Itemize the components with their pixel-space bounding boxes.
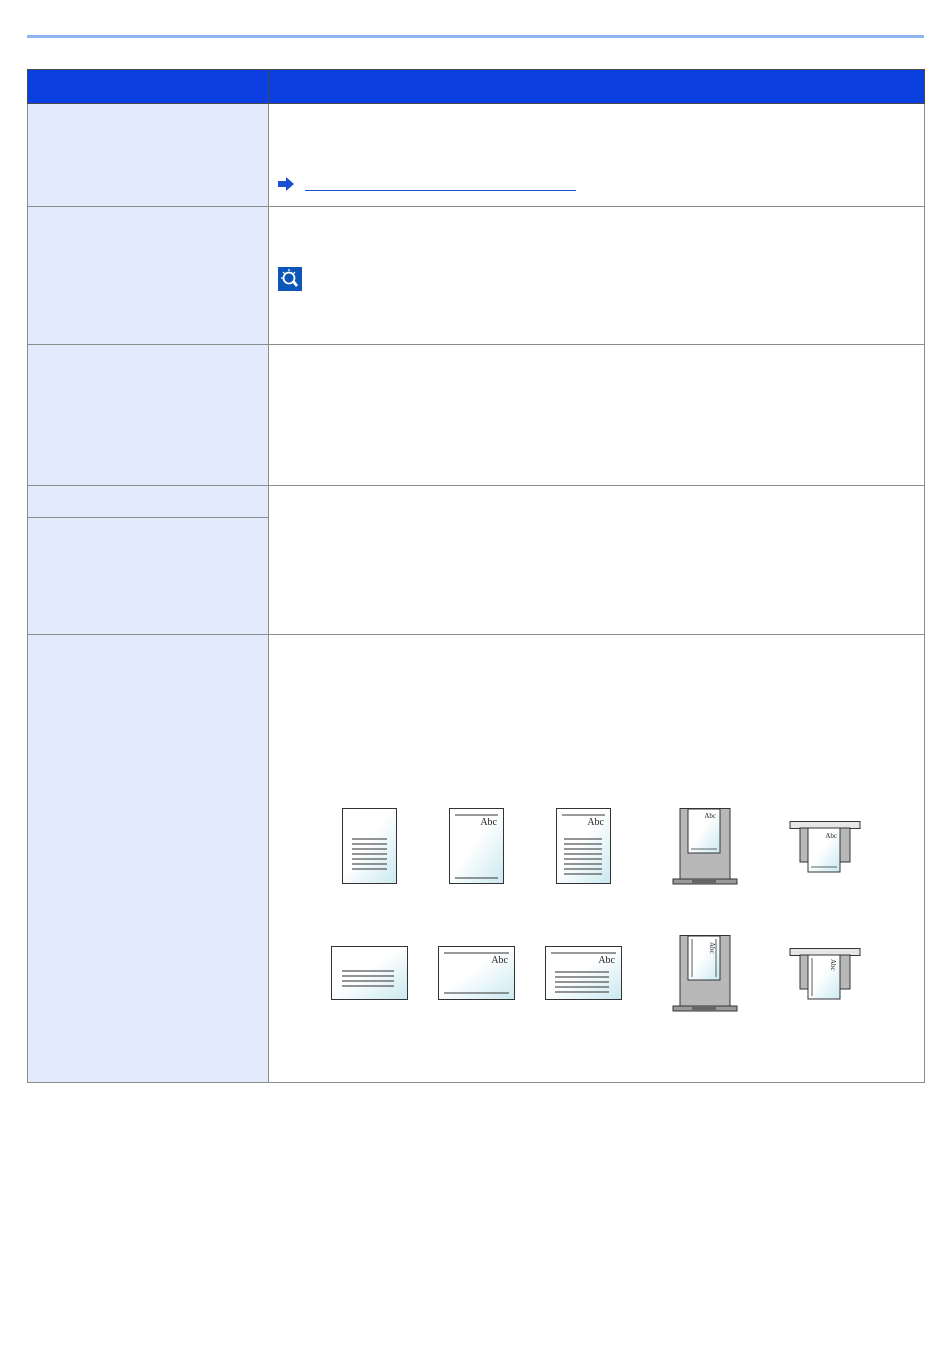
platen-portrait-figure: Abc [789,821,861,873]
row-item [27,634,269,1083]
header-description [268,69,925,104]
settings-table: Abc Abc Abc Abc Abc Abc Abc Abc [27,69,925,1083]
row-description [268,344,925,486]
page-top-rule [27,35,924,38]
document-feeder-landscape-figure: Abc [672,935,738,1012]
abc-sample-text: Abc [829,959,837,971]
row-item [27,517,269,635]
row-item [27,344,269,486]
row-description: Abc Abc Abc Abc Abc Abc Abc Abc [268,634,925,1083]
document-feeder-portrait-figure: Abc [672,808,738,885]
original-portrait-text-figure [342,808,397,884]
row-item [27,206,269,345]
table-row: Abc Abc Abc Abc Abc Abc Abc Abc [27,634,925,1083]
original-landscape-header-text-figure: Abc [545,946,622,1000]
abc-sample-text: Abc [587,817,604,828]
reference-link-text[interactable] [305,190,576,191]
table-row [27,485,925,635]
row-item [27,103,269,207]
original-landscape-text-figure [331,946,408,1000]
abc-sample-text: Abc [708,942,716,954]
row-description [268,103,925,207]
reference-link[interactable] [277,177,576,191]
abc-sample-text: Abc [598,955,615,966]
abc-sample-text: Abc [491,955,508,966]
row-item [27,485,269,518]
abc-sample-text: Abc [480,817,497,828]
table-header-row [27,69,925,104]
header-item [27,69,269,104]
original-portrait-header-text-figure: Abc [556,808,611,884]
arrow-right-icon [278,177,294,191]
lightbulb-icon [278,267,302,291]
table-row [27,206,925,345]
platen-landscape-figure: Abc [789,948,861,1000]
table-row [27,344,925,486]
abc-sample-text: Abc [704,812,716,820]
table-row [27,103,925,207]
row-description [268,206,925,345]
original-landscape-header-footer-figure: Abc [438,946,515,1000]
row-description [268,485,925,635]
original-portrait-header-footer-figure: Abc [449,808,504,884]
abc-sample-text: Abc [825,832,837,840]
